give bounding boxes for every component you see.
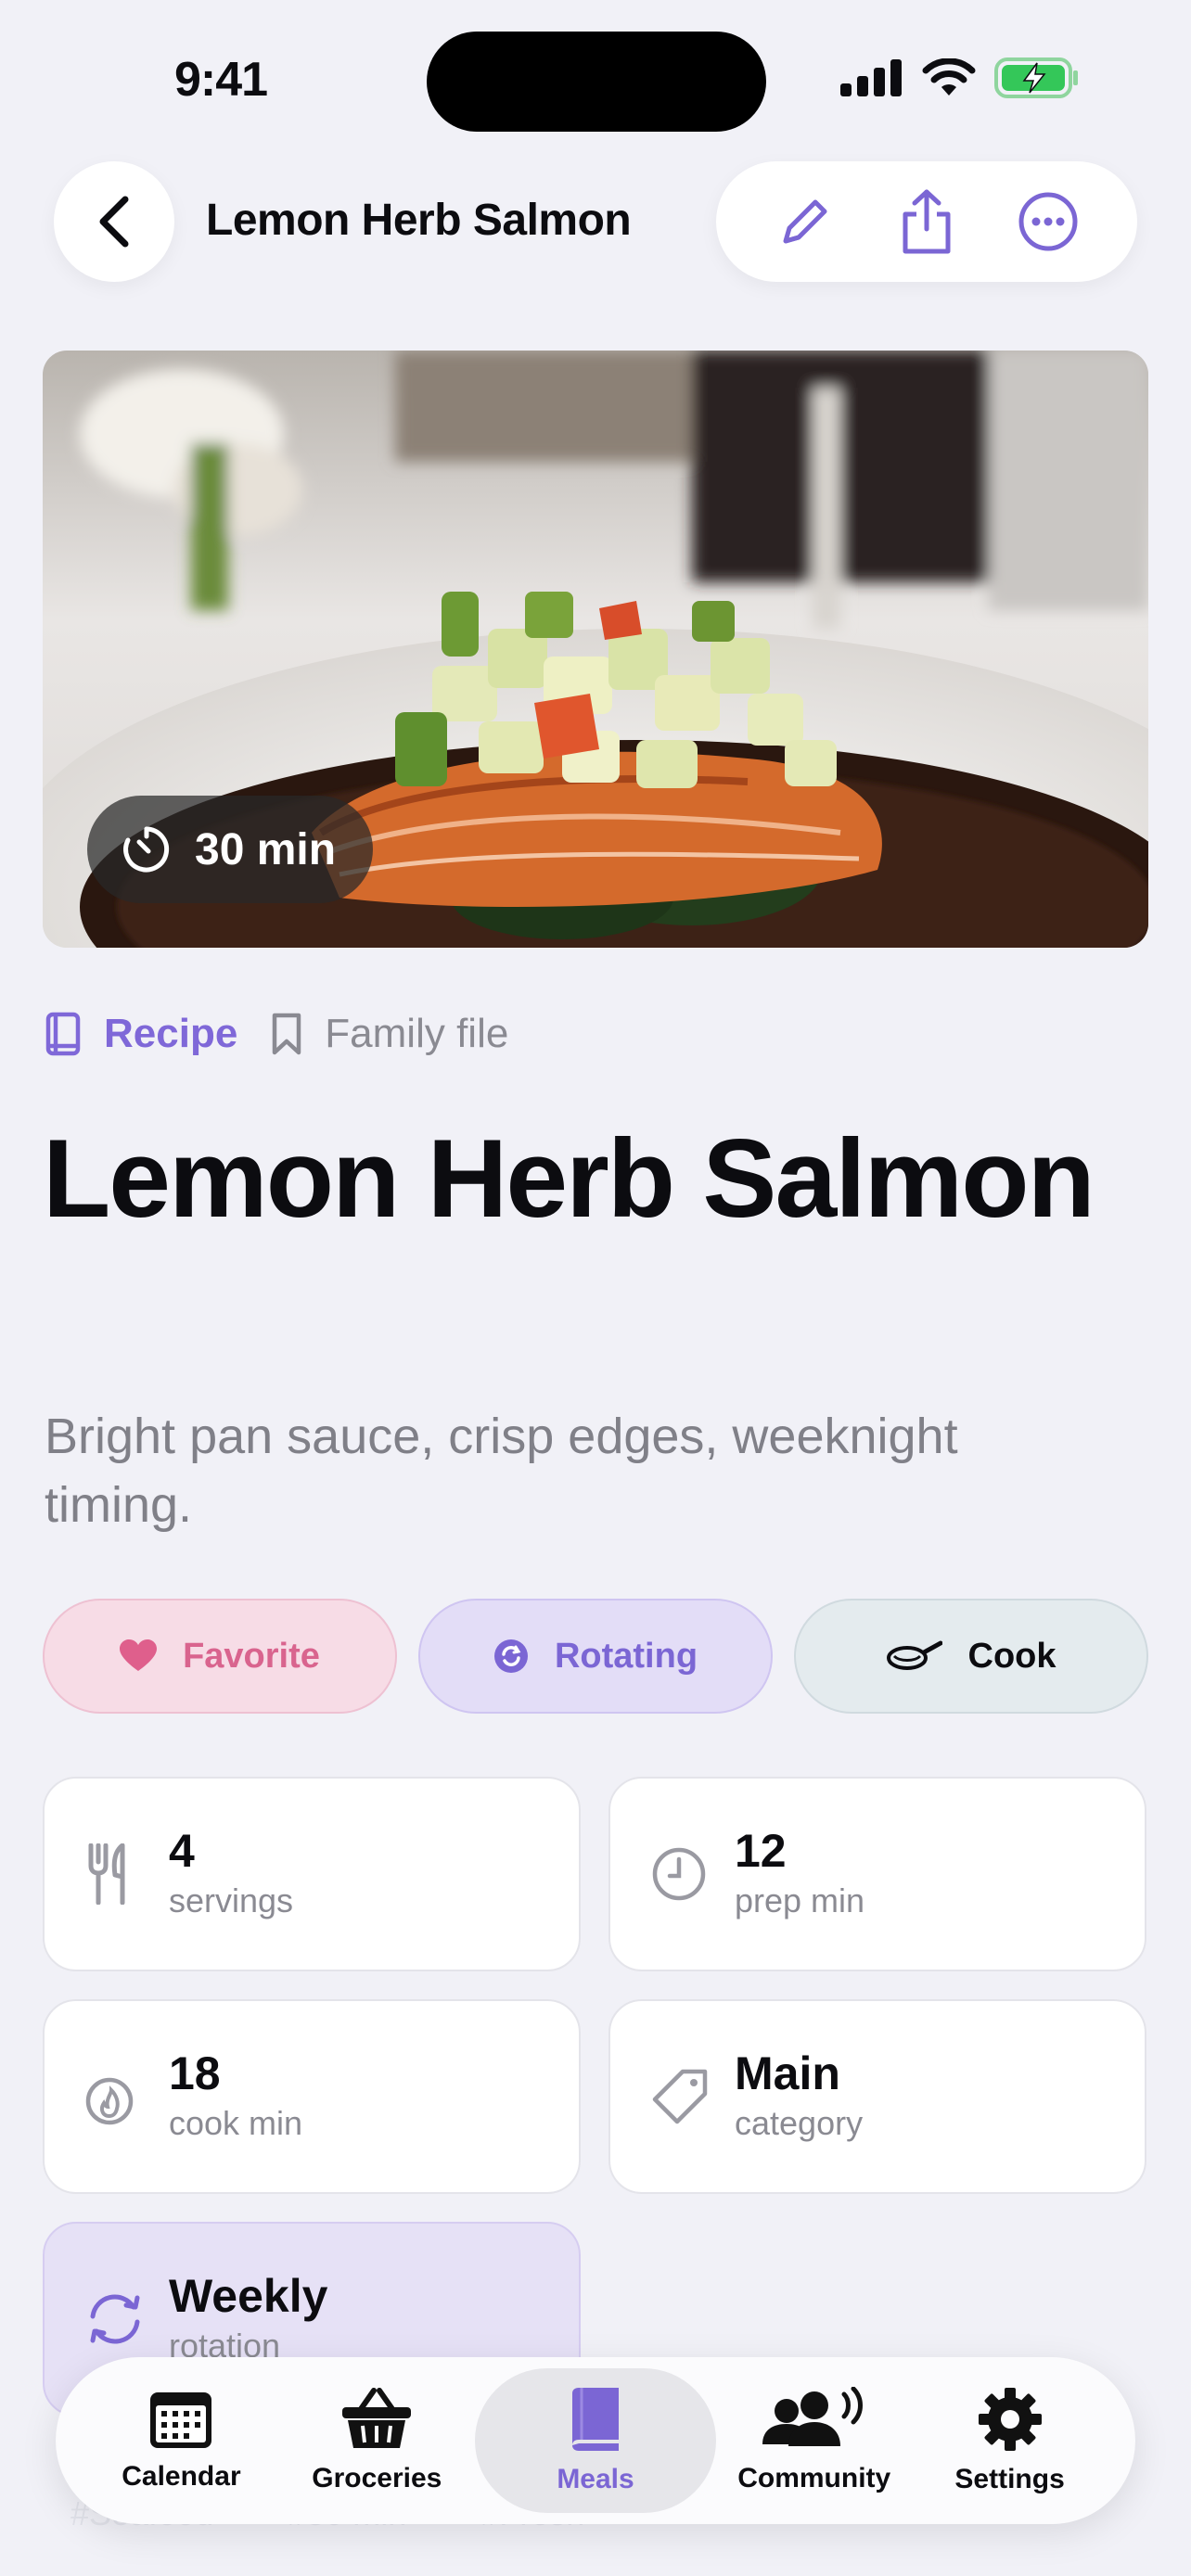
cook-label: Cook (967, 1636, 1057, 1676)
tab-settings[interactable]: Settings (912, 2368, 1108, 2513)
battery-charging-icon (994, 57, 1078, 98)
timer-icon (123, 826, 170, 873)
tab-label: Meals (557, 2464, 634, 2494)
stat-value: 4 (169, 1825, 195, 1877)
stat-card-prep: 12 prep min (608, 1777, 1146, 1971)
stat-card-cook: 18 cook min (43, 1999, 581, 2194)
book-icon (45, 1012, 81, 1056)
nav-title: Lemon Herb Salmon (206, 196, 632, 245)
bookmark-icon[interactable] (271, 1012, 302, 1056)
dynamic-island (427, 32, 766, 132)
stat-label: category (735, 2104, 864, 2142)
pencil-icon (783, 199, 827, 244)
cook-time-badge: 30 min (87, 796, 374, 903)
tab-meals[interactable]: Meals (474, 2368, 717, 2513)
stat-label: prep min (735, 1881, 865, 1919)
stat-label: servings (169, 1881, 294, 1919)
gear-icon (978, 2388, 1042, 2451)
tab-label: Calendar (122, 2461, 241, 2492)
tab-label: Settings (954, 2464, 1065, 2494)
recipe-subtitle: Bright pan sauce, crisp edges, weeknight… (45, 1409, 958, 1533)
recipe-meta-row: Recipe Family file (45, 1011, 508, 1057)
rotate-circle-icon (493, 1639, 528, 1673)
status-icons (840, 57, 1080, 98)
tag-icon (652, 2069, 708, 2124)
tab-groceries[interactable]: Groceries (279, 2368, 475, 2513)
rotating-label: Rotating (554, 1636, 698, 1676)
basket-icon (342, 2388, 412, 2448)
favorite-button[interactable]: Favorite (43, 1599, 397, 1714)
share-icon (903, 189, 951, 254)
recipe-type-label: Recipe (104, 1011, 238, 1056)
rotating-button[interactable]: Rotating (418, 1599, 773, 1714)
book-icon (572, 2388, 619, 2451)
stat-card-servings: 4 servings (43, 1777, 581, 1971)
utensils-icon (88, 1843, 125, 1905)
tab-community[interactable]: Community (716, 2368, 912, 2513)
stat-value: 18 (169, 2047, 221, 2099)
chevron-left-icon (99, 196, 129, 248)
calendar-icon (150, 2392, 212, 2448)
status-time: 9:41 (174, 53, 268, 107)
cellular-signal-icon (840, 59, 902, 96)
collection-label[interactable]: Family file (325, 1011, 508, 1057)
stat-value: Main (735, 2047, 840, 2099)
share-button[interactable] (885, 180, 968, 263)
stat-value: 12 (735, 1825, 787, 1877)
stat-label: cook min (169, 2104, 303, 2142)
flame-icon (85, 2077, 134, 2125)
tab-calendar[interactable]: Calendar (83, 2368, 279, 2513)
stat-card-category: Main category (608, 1999, 1146, 2194)
tab-label: Groceries (312, 2463, 442, 2493)
clock-icon (652, 1847, 706, 1901)
nav-actions (716, 161, 1137, 282)
favorite-label: Favorite (183, 1636, 320, 1676)
wifi-icon (922, 58, 976, 96)
bottom-tab-bar: Calendar Groceries Meals Community Setti… (56, 2357, 1135, 2524)
edit-button[interactable] (763, 180, 847, 263)
back-button[interactable] (54, 161, 174, 282)
frying-pan-icon (886, 1640, 942, 1670)
recipe-title: Lemon Herb Salmon (43, 1116, 1095, 1241)
people-icon (762, 2387, 863, 2446)
ellipsis-circle-icon (1018, 192, 1078, 251)
tab-label: Community (737, 2463, 891, 2493)
stat-value: Weekly (169, 2270, 328, 2322)
rotate-icon (90, 2294, 140, 2344)
cook-button[interactable]: Cook (794, 1599, 1148, 1714)
more-button[interactable] (1006, 180, 1090, 263)
cook-time-text: 30 min (195, 824, 337, 874)
heart-icon (120, 1639, 158, 1671)
